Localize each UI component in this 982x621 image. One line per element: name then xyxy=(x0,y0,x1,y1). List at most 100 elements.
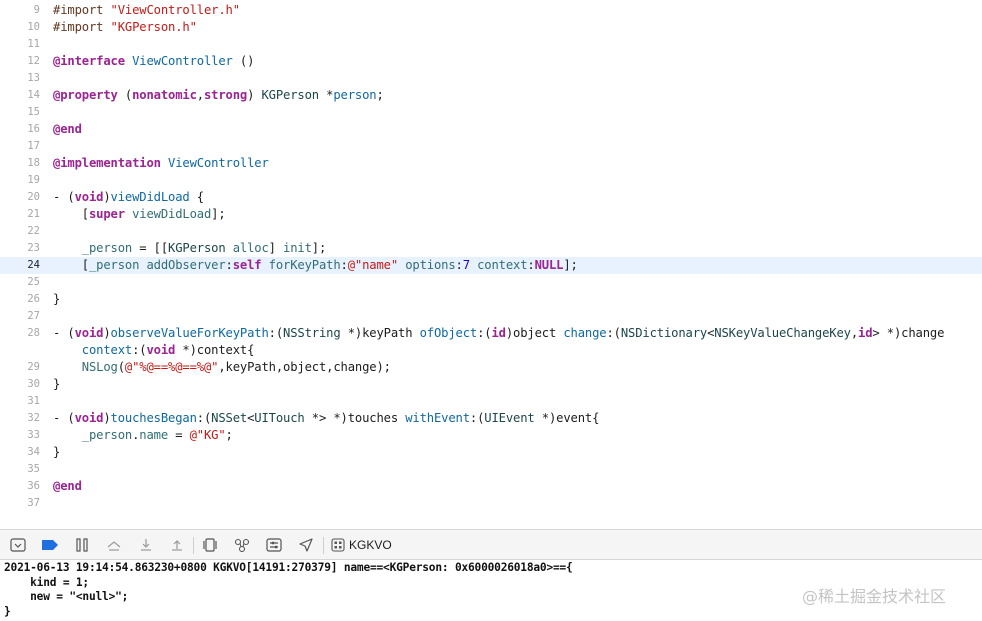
code-token: addObserver xyxy=(146,258,226,272)
code-line[interactable]: 19 xyxy=(0,172,982,189)
code-token: ,keyPath,object,change); xyxy=(218,360,391,374)
line-number: 37 xyxy=(27,497,40,509)
code-token: ; xyxy=(376,88,384,102)
code-text: @end xyxy=(53,478,82,495)
code-token: - ( xyxy=(53,326,75,340)
step-over-icon[interactable] xyxy=(104,535,124,555)
memory-graph-icon[interactable] xyxy=(232,535,252,555)
code-line[interactable]: 32 - (void)touchesBegan:(NSSet<UITouch *>… xyxy=(0,410,982,427)
code-text: @property (nonatomic,strong) KGPerson *p… xyxy=(53,87,384,104)
code-token: void xyxy=(74,326,104,340)
code-token: @end xyxy=(53,122,82,136)
code-line[interactable]: 11 xyxy=(0,36,982,53)
code-text: - (void)observeValueForKeyPath:(NSString… xyxy=(53,325,944,342)
code-token: [ xyxy=(53,258,89,272)
code-token: } xyxy=(53,292,61,306)
code-token: ) xyxy=(103,411,111,425)
code-line[interactable]: 12 @interface ViewController () xyxy=(0,53,982,70)
code-token: @implementation xyxy=(53,156,161,170)
step-out-icon[interactable] xyxy=(167,535,187,555)
source-editor[interactable]: 9 #import "ViewController.h" 10 #import "KG… xyxy=(0,0,982,529)
line-number: 36 xyxy=(27,480,40,492)
code-line[interactable]: 9 #import "ViewController.h" xyxy=(0,2,982,19)
code-line[interactable]: 23 _person = [[KGPerson alloc] init]; xyxy=(0,240,982,257)
code-line[interactable]: 18 @implementation ViewController xyxy=(0,155,982,172)
code-token: = [[ xyxy=(132,241,168,255)
code-line[interactable]: 25 xyxy=(0,274,982,291)
code-token: init xyxy=(283,241,312,255)
code-token: [ xyxy=(53,207,89,221)
process-icon xyxy=(328,535,348,555)
pause-continue-icon[interactable] xyxy=(72,535,92,555)
code-line[interactable]: 22 xyxy=(0,223,982,240)
console-line: } xyxy=(4,604,11,618)
code-token: NSDictionary xyxy=(620,326,708,340)
code-token: NSString xyxy=(283,326,341,340)
current-code-line[interactable]: 24 [_person addObserver:self forKeyPath:… xyxy=(0,257,982,274)
line-number: 12 xyxy=(27,55,40,67)
code-line[interactable]: 10 #import "KGPerson.h" xyxy=(0,19,982,36)
code-token: viewDidLoad xyxy=(110,190,190,204)
line-number: 10 xyxy=(27,21,40,33)
code-line[interactable]: 30} xyxy=(0,376,982,393)
line-number: 19 xyxy=(27,174,40,186)
code-token: context xyxy=(81,343,133,357)
code-line[interactable]: 27 xyxy=(0,308,982,325)
code-text: @end xyxy=(53,121,82,138)
code-token: ( xyxy=(117,360,125,374)
view-hierarchy-icon[interactable] xyxy=(200,535,220,555)
code-token: observeValueForKeyPath xyxy=(110,326,269,340)
code-token: _person xyxy=(88,258,140,272)
code-line[interactable]: 29 NSLog(@"%@==%@==%@",keyPath,object,ch… xyxy=(0,359,982,376)
code-line[interactable]: 28 - (void)observeValueForKeyPath:(NSStri… xyxy=(0,325,982,342)
code-line[interactable]: context:(void *)context{ xyxy=(0,342,982,359)
code-text: } xyxy=(53,376,60,393)
step-into-icon[interactable] xyxy=(136,535,156,555)
code-token: NSSet xyxy=(211,411,248,425)
code-token: name xyxy=(139,428,168,442)
code-line[interactable]: 16 @end xyxy=(0,121,982,138)
code-text: - (void)touchesBegan:(NSSet<UITouch *> *… xyxy=(53,410,599,427)
simulate-location-icon[interactable] xyxy=(296,535,316,555)
line-number: 15 xyxy=(27,106,40,118)
code-line[interactable]: 15 xyxy=(0,104,982,121)
code-token: alloc xyxy=(232,241,269,255)
environment-overrides-icon[interactable] xyxy=(264,535,284,555)
console-line: new = "<null>"; xyxy=(4,590,129,603)
code-line[interactable]: 17 xyxy=(0,138,982,155)
code-token: } xyxy=(53,377,61,391)
code-token: )object xyxy=(505,326,564,340)
code-token: ]; xyxy=(563,258,578,272)
code-line[interactable]: 34} xyxy=(0,444,982,461)
line-number: 33 xyxy=(27,429,40,441)
code-line[interactable]: 21 [super viewDidLoad]; xyxy=(0,206,982,223)
code-line[interactable]: 13 xyxy=(0,70,982,87)
process-label[interactable]: KGKVO xyxy=(349,538,392,552)
code-line[interactable]: 14 @property (nonatomic,strong) KGPerson … xyxy=(0,87,982,104)
code-token: ViewController xyxy=(168,156,269,170)
code-token: UIEvent xyxy=(484,411,535,425)
code-line[interactable]: 36 @end xyxy=(0,478,982,495)
code-token: void xyxy=(74,411,104,425)
code-line[interactable]: 37 xyxy=(0,495,982,512)
line-number: 9 xyxy=(33,4,40,16)
code-line[interactable]: 20 - (void)viewDidLoad { xyxy=(0,189,982,206)
code-line[interactable]: 33 _person.name = @"KG"; xyxy=(0,427,982,444)
code-token: - ( xyxy=(53,411,75,425)
breakpoints-toggle-icon[interactable] xyxy=(40,535,60,555)
code-text: @interface ViewController () xyxy=(53,53,254,70)
line-number: 18 xyxy=(27,157,40,169)
code-line[interactable]: 31 xyxy=(0,393,982,410)
line-number: 28 xyxy=(27,327,40,339)
code-text: _person.name = @"KG"; xyxy=(53,427,233,444)
line-number: 11 xyxy=(27,38,40,50)
code-line[interactable]: 26} xyxy=(0,291,982,308)
code-token: ( xyxy=(117,88,133,102)
hide-console-icon[interactable] xyxy=(8,535,28,555)
code-line[interactable]: 35 xyxy=(0,461,982,478)
code-token: 7 xyxy=(462,258,470,272)
code-token: context xyxy=(477,258,528,272)
